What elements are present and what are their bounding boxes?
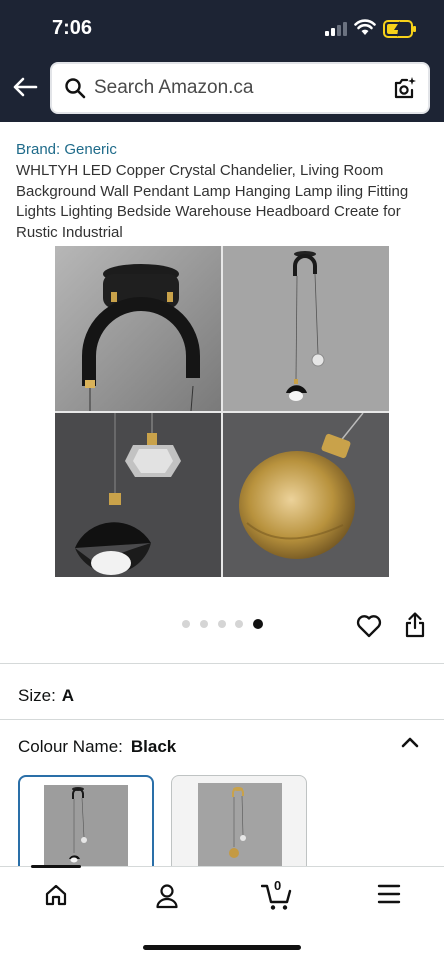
size-value: A: [61, 686, 75, 705]
menu-icon[interactable]: [377, 883, 401, 905]
camera-search-icon[interactable]: [392, 75, 418, 101]
pagination-dot[interactable]: [200, 620, 208, 628]
active-tab-indicator: [31, 865, 81, 868]
colour-value: Black: [130, 737, 177, 756]
brand-link[interactable]: Brand: Generic: [16, 141, 117, 158]
colour-selector[interactable]: Colour Name: Black: [18, 737, 176, 757]
colour-label: Colour Name:: [18, 737, 123, 756]
search-input[interactable]: [94, 74, 384, 102]
heart-icon[interactable]: [356, 614, 382, 638]
account-icon[interactable]: [155, 883, 179, 909]
battery-icon: [383, 20, 416, 38]
product-image-arch-fixture: [55, 246, 221, 412]
bottom-navigation: 0: [0, 865, 444, 960]
product-image-gallery[interactable]: [55, 246, 389, 577]
pagination-dot-active[interactable]: [253, 619, 263, 629]
pagination-dot[interactable]: [235, 620, 243, 628]
search-bar[interactable]: [50, 62, 430, 114]
swatch-image: [198, 783, 282, 867]
share-icon[interactable]: [404, 612, 426, 638]
divider: [0, 719, 444, 720]
divider: [0, 663, 444, 664]
home-indicator: [143, 945, 301, 950]
product-image-crystal-shade: [55, 413, 221, 577]
header: 7:06: [0, 0, 444, 122]
search-icon: [65, 78, 86, 99]
size-selector[interactable]: Size: A: [18, 686, 74, 706]
back-arrow-icon[interactable]: [12, 74, 38, 100]
pagination-dot[interactable]: [182, 620, 190, 628]
product-image-pendant-full: [223, 246, 389, 411]
signal-icon: [325, 22, 347, 36]
size-label: Size:: [18, 686, 56, 705]
home-icon[interactable]: [44, 883, 68, 907]
chevron-up-icon[interactable]: [401, 736, 419, 748]
product-title: WHLTYH LED Copper Crystal Chandelier, Li…: [16, 162, 409, 241]
swatch-image: [44, 785, 128, 869]
wifi-icon: [354, 19, 376, 35]
product-image-gold-globe: [223, 412, 389, 577]
image-pagination: [182, 619, 272, 629]
cart-icon[interactable]: [261, 883, 293, 911]
pagination-dot[interactable]: [218, 620, 226, 628]
status-time: 7:06: [52, 17, 93, 39]
